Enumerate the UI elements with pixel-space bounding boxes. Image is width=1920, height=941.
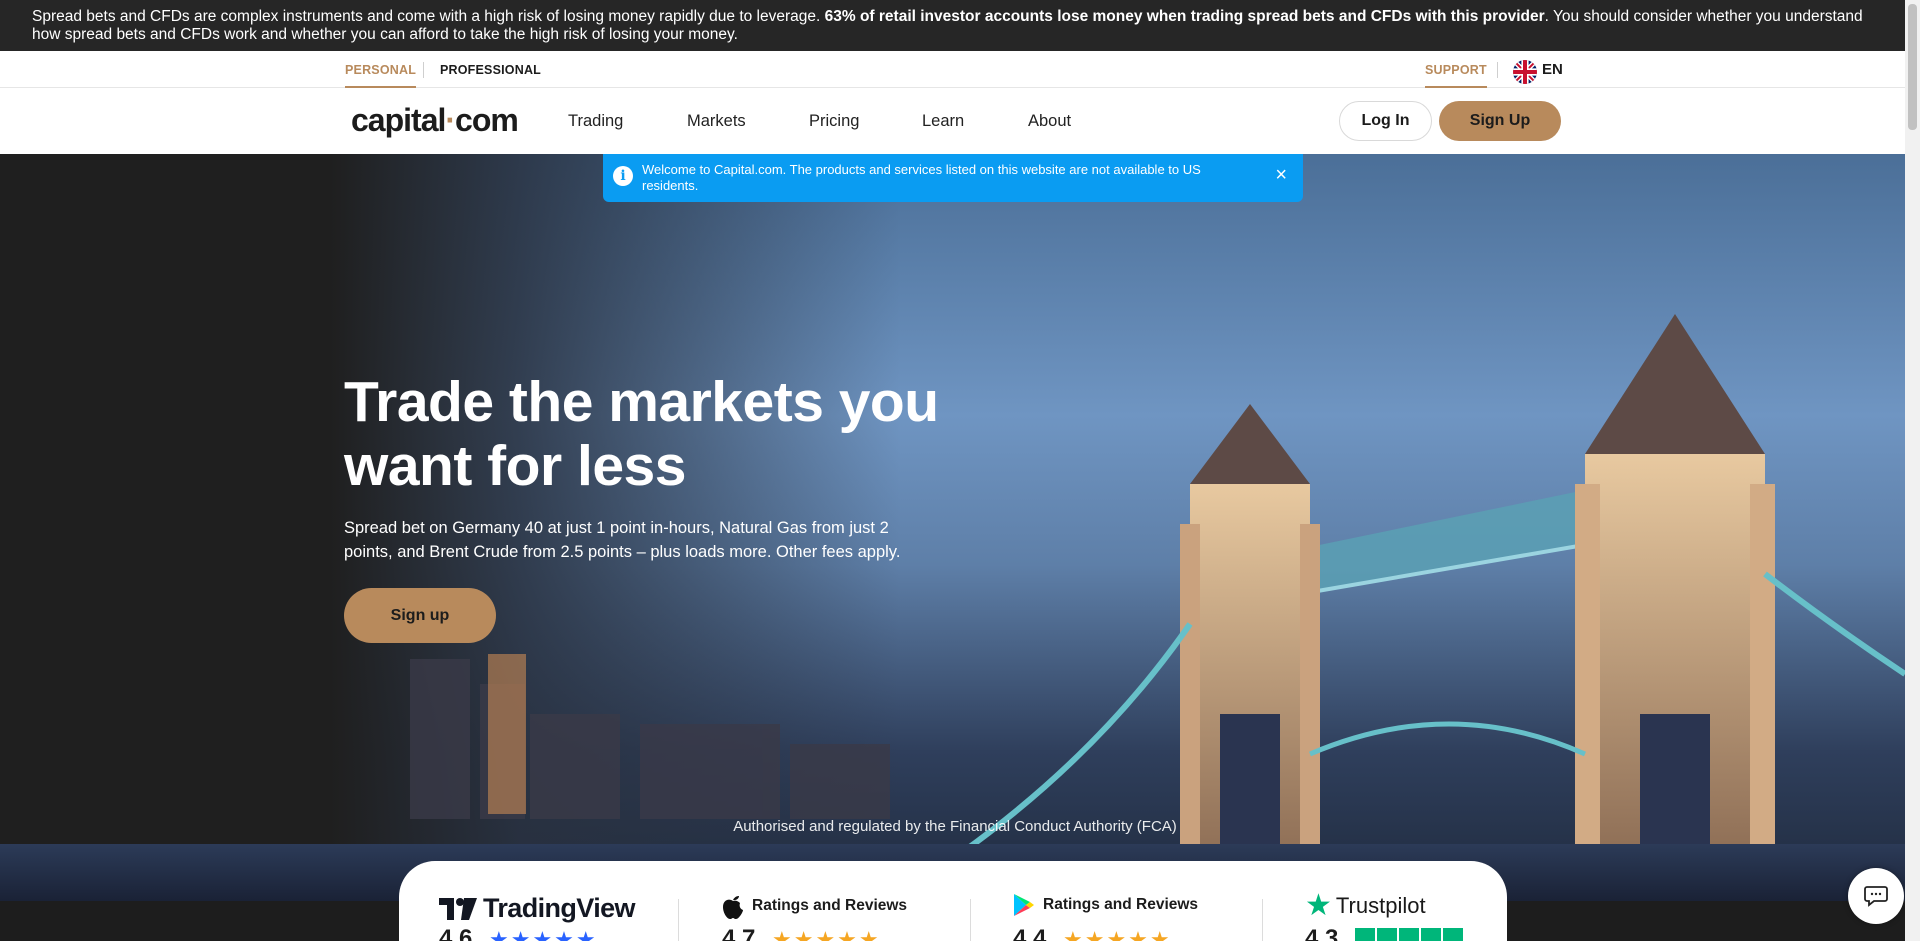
language-selector[interactable]: EN	[1542, 51, 1563, 88]
tower-bridge-illustration	[0, 314, 1905, 901]
nav-trading[interactable]: Trading	[568, 88, 623, 154]
chat-button[interactable]	[1848, 868, 1904, 924]
app-store-stars: ★★★★★	[772, 927, 881, 941]
nav-about[interactable]: About	[1028, 88, 1071, 154]
hero-signup-button[interactable]: Sign up	[344, 588, 496, 643]
login-button[interactable]: Log In	[1339, 101, 1432, 141]
tab-professional[interactable]: PROFESSIONAL	[440, 51, 541, 88]
risk-text-bold: 63% of retail investor accounts lose mon…	[824, 8, 1545, 25]
tradingview-rating[interactable]: TradingView	[439, 893, 636, 924]
app-store-rating[interactable]: Ratings and Reviews	[722, 893, 907, 919]
divider	[970, 899, 971, 941]
divider	[678, 899, 679, 941]
notice-text: Welcome to Capital.com. The products and…	[642, 162, 1201, 193]
tradingview-score: 4.6	[439, 925, 473, 941]
utility-bar: PERSONAL PROFESSIONAL SUPPORT	[0, 51, 1905, 88]
logo-text: com	[455, 102, 519, 138]
capital-com-logo[interactable]: capital·com	[351, 98, 519, 142]
divider	[1497, 62, 1498, 78]
trustpilot-stars	[1355, 928, 1463, 941]
trustpilot-star-icon: ★	[1305, 889, 1332, 922]
tradingview-logo-icon	[439, 897, 477, 920]
scrollbar-thumb[interactable]	[1908, 4, 1917, 130]
divider	[1262, 899, 1263, 941]
nav-markets[interactable]: Markets	[687, 88, 746, 154]
app-store-title: Ratings and Reviews	[752, 897, 908, 914]
logo-text: capital	[351, 102, 446, 138]
info-icon: i	[613, 166, 633, 186]
left-tower	[1180, 404, 1320, 874]
google-play-rating[interactable]: Ratings and Reviews	[1013, 893, 1198, 917]
uk-flag-icon[interactable]	[1513, 60, 1537, 84]
tradingview-name: TradingView	[483, 893, 636, 923]
regulation-text: Authorised and regulated by the Financia…	[733, 818, 1177, 835]
google-play-score: 4.4	[1013, 925, 1047, 941]
right-tower	[1575, 314, 1775, 874]
risk-text: Spread bets and CFDs are complex instrum…	[32, 8, 825, 25]
risk-warning-banner: Spread bets and CFDs are complex instrum…	[0, 0, 1905, 51]
signup-button-header[interactable]: Sign Up	[1439, 101, 1561, 141]
trustpilot-name: Trustpilot	[1335, 893, 1426, 918]
hero-section	[0, 154, 1905, 901]
google-play-title: Ratings and Reviews	[1043, 896, 1199, 913]
chat-bubble-icon	[1864, 886, 1888, 907]
nav-pricing[interactable]: Pricing	[809, 88, 859, 154]
app-store-score: 4.7	[722, 925, 756, 941]
apple-icon	[723, 896, 743, 919]
trustpilot-rating[interactable]: ★ Trustpilot	[1305, 889, 1426, 922]
google-play-icon	[1014, 894, 1034, 916]
close-icon[interactable]: ×	[1275, 165, 1287, 185]
trustpilot-score: 4.3	[1305, 925, 1339, 941]
nav-learn[interactable]: Learn	[922, 88, 964, 154]
hero-subtitle: Spread bet on Germany 40 at just 1 point…	[344, 519, 901, 561]
logo-dot: ·	[445, 102, 456, 138]
google-play-stars: ★★★★★	[1063, 927, 1172, 941]
us-residents-notice: i Welcome to Capital.com. The products a…	[603, 154, 1303, 202]
page-scrollbar[interactable]	[1905, 0, 1920, 941]
divider	[423, 62, 424, 78]
hero-title: Trade the markets you want for less	[344, 370, 939, 498]
tradingview-stars: ★★★★★	[489, 927, 598, 941]
tab-personal[interactable]: PERSONAL	[345, 51, 417, 88]
support-link[interactable]: SUPPORT	[1425, 51, 1487, 88]
